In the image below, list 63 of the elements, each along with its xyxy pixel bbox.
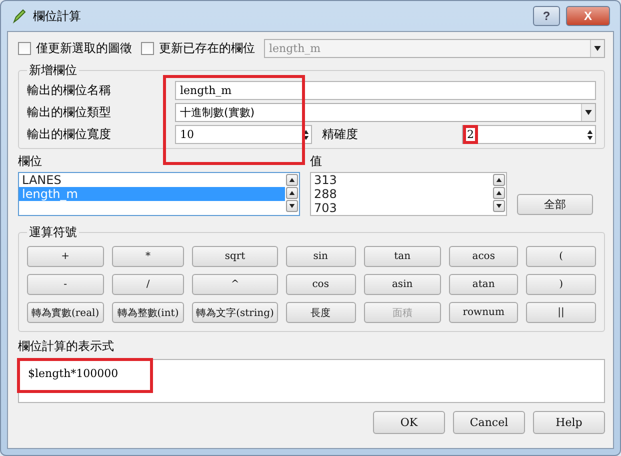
- field-label: 輸出的欄位類型: [27, 104, 112, 121]
- pencil-icon: [11, 8, 27, 24]
- group-title: 新增欄位: [28, 62, 78, 79]
- dialog-button[interactable]: Help: [533, 411, 605, 434]
- scrollbar[interactable]: [492, 173, 506, 215]
- up-arrow-icon: [587, 130, 593, 134]
- operator-button[interactable]: asin: [364, 274, 442, 295]
- dialog-button[interactable]: Cancel: [453, 411, 525, 434]
- list-label: 欄位: [18, 153, 43, 170]
- window-title: 欄位計算: [33, 8, 82, 24]
- operator-button[interactable]: acos: [449, 246, 518, 267]
- list-item[interactable]: LANES: [19, 173, 285, 187]
- checkbox[interactable]: [141, 42, 154, 55]
- all-button[interactable]: 全部: [517, 194, 593, 214]
- list-item[interactable]: 288: [311, 187, 492, 201]
- operator-button[interactable]: ): [526, 274, 596, 295]
- field-label: 精確度: [322, 126, 359, 143]
- operator-button[interactable]: sqrt: [192, 246, 278, 267]
- list-item[interactable]: 703: [311, 201, 492, 215]
- expression-label: 欄位計算的表示式: [18, 338, 115, 355]
- dialog-button[interactable]: OK: [373, 411, 445, 434]
- list-label: 值: [310, 153, 323, 170]
- up-arrow-icon: [496, 178, 502, 182]
- checkbox-label: 僅更新選取的圖徵: [36, 40, 132, 57]
- operator-button[interactable]: (: [526, 246, 596, 267]
- operator-button[interactable]: ^: [192, 274, 278, 295]
- operator-button[interactable]: +: [27, 246, 104, 267]
- operator-button[interactable]: atan: [449, 274, 518, 295]
- expression-field[interactable]: $length*100000: [18, 359, 605, 403]
- up-arrow-icon: [289, 191, 295, 195]
- up-arrow-icon: [289, 178, 295, 182]
- down-arrow-icon: [587, 136, 593, 140]
- checkbox[interactable]: [18, 42, 31, 55]
- down-arrow-icon: [289, 204, 295, 208]
- operator-button[interactable]: rownum: [449, 302, 518, 323]
- down-arrow-icon: [585, 110, 592, 115]
- scrollbar[interactable]: [285, 173, 299, 215]
- operator-button[interactable]: *: [112, 246, 184, 267]
- name-input[interactable]: length_m: [175, 81, 596, 100]
- operator-button[interactable]: 長度: [286, 302, 356, 323]
- operator-button[interactable]: 轉為文字(string): [192, 302, 278, 323]
- checkbox-label: 更新已存在的欄位: [159, 40, 255, 57]
- precision-spinbox[interactable]: 2: [462, 125, 596, 144]
- operator-button[interactable]: sin: [286, 246, 356, 267]
- field-label: 輸出的欄位寬度: [27, 126, 112, 143]
- operator-button[interactable]: 轉為整數(int): [112, 302, 184, 323]
- operator-button[interactable]: tan: [364, 246, 442, 267]
- down-arrow-icon: [303, 136, 309, 140]
- type-dropdown[interactable]: 十進制數(實數): [175, 103, 596, 122]
- up-arrow-icon: [496, 191, 502, 195]
- operator-button[interactable]: /: [112, 274, 184, 295]
- field-label: 輸出的欄位名稱: [27, 82, 112, 99]
- operator-button[interactable]: -: [27, 274, 104, 295]
- list-item[interactable]: 313: [311, 173, 492, 187]
- group-title: 運算符號: [28, 224, 78, 241]
- up-arrow-icon: [303, 130, 309, 134]
- operator-button[interactable]: cos: [286, 274, 356, 295]
- operator-button[interactable]: ||: [526, 302, 596, 323]
- operator-button[interactable]: 轉為實數(real): [27, 302, 104, 323]
- down-arrow-icon: [496, 204, 502, 208]
- down-arrow-icon: [594, 46, 601, 51]
- help-button[interactable]: ?: [533, 6, 560, 26]
- width-spinbox[interactable]: 10: [175, 125, 312, 144]
